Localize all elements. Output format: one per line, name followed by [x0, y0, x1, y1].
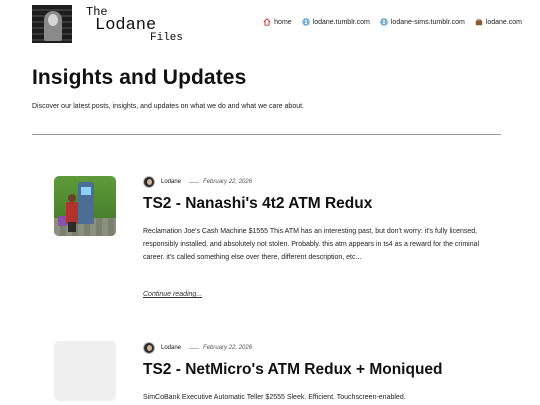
nav-home-label: home [274, 18, 292, 26]
post-title[interactable]: TS2 - Nanashi's 4t2 ATM Redux [143, 195, 372, 213]
site-logo-text[interactable]: The Lodane Files [77, 4, 197, 46]
author-avatar[interactable] [143, 176, 155, 188]
meta-separator [189, 347, 200, 349]
globe-icon [380, 18, 388, 26]
meta-separator [189, 181, 200, 183]
home-icon [263, 18, 271, 26]
nav-tumblr-link[interactable]: lodane.tumblr.com [302, 18, 370, 26]
nav-sims-tumblr-link[interactable]: lodane-sims.tumblr.com [380, 18, 465, 26]
post-excerpt: Reclamation Joe's Cash Machine $1555 Thi… [143, 228, 480, 261]
post-meta: Lodane February 22, 2026 [143, 342, 252, 354]
post-date: February 22, 2026 [203, 345, 253, 351]
nav-lodane-com-label: lodane.com [485, 18, 522, 26]
author-avatar[interactable] [143, 342, 155, 354]
continue-reading-link[interactable]: Continue reading... [143, 291, 202, 298]
site-header: The Lodane Files home lodane.tumblr.com [0, 0, 540, 50]
nav-tumblr-label: lodane.tumblr.com [312, 18, 370, 26]
post-title[interactable]: TS2 - NetMicro's ATM Redux + Moniqued [143, 361, 443, 379]
briefcase-icon [475, 18, 482, 26]
logo-word-lodane: Lodane [95, 16, 157, 35]
post-excerpt: SimCoBank Executive Automatic Teller $25… [143, 394, 406, 401]
section-divider [32, 134, 501, 135]
logo-word-files: Files [150, 32, 184, 44]
post-meta: Lodane February 22, 2026 [143, 176, 252, 188]
post-thumbnail[interactable] [54, 176, 116, 236]
nav-lodane-com-link[interactable]: lodane.com [475, 18, 522, 26]
main-nav: home lodane.tumblr.com lodane-sims.tumbl… [263, 18, 522, 26]
page-description: Discover our latest posts, insights, and… [32, 103, 304, 110]
post-date: February 22, 2026 [203, 179, 253, 185]
site-logo-image[interactable] [32, 5, 72, 43]
page-title: Insights and Updates [32, 66, 247, 89]
globe-icon [302, 18, 310, 26]
nav-home-link[interactable]: home [263, 18, 292, 26]
post-author[interactable]: Lodane [161, 345, 181, 351]
post-author[interactable]: Lodane [161, 179, 181, 185]
post-thumbnail[interactable] [54, 341, 116, 401]
nav-sims-tumblr-label: lodane-sims.tumblr.com [390, 18, 465, 26]
